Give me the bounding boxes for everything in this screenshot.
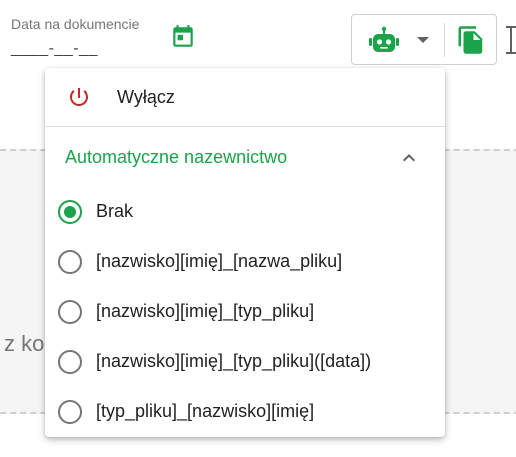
resize-handle-icon <box>506 26 516 54</box>
caret-down-icon <box>417 37 429 43</box>
file-copy-icon <box>458 26 483 54</box>
menu-divider <box>45 126 445 127</box>
naming-section-title: Automatyczne nazewnictwo <box>65 147 288 167</box>
drop-zone-text: z ko <box>4 331 45 356</box>
radio-unselected[interactable] <box>58 350 82 374</box>
naming-section-header[interactable]: Automatyczne nazewnictwo <box>45 132 445 184</box>
radio-unselected[interactable] <box>58 400 82 424</box>
option-label: Brak <box>96 201 134 221</box>
naming-option-typ-pliku-first[interactable]: [typ_pliku]_[nazwisko][imię] <box>45 387 445 437</box>
naming-menu: Wyłącz Automatyczne nazewnictwo Brak [na… <box>45 68 445 437</box>
toolbar <box>351 14 497 65</box>
menu-item-off-label: Wyłącz <box>117 87 175 107</box>
option-label: [nazwisko][imię]_[typ_pliku]([data]) <box>96 351 372 371</box>
power-icon <box>70 88 88 106</box>
naming-option-nazwa-pliku[interactable]: [nazwisko][imię]_[nazwa_pliku] <box>45 237 445 287</box>
robot-button[interactable] <box>364 23 404 57</box>
date-input[interactable]: ____-__-__ <box>11 40 98 58</box>
calendar-icon <box>173 25 193 47</box>
copy-file-button[interactable] <box>452 21 490 59</box>
toolbar-divider <box>444 23 445 57</box>
robot-icon <box>369 26 399 52</box>
option-label: [nazwisko][imię]_[typ_pliku] <box>96 301 315 321</box>
resize-handle[interactable] <box>506 24 516 56</box>
date-field-label: Data na dokumencie <box>11 16 140 32</box>
document-date-field[interactable]: Data na dokumencie ____-__-__ <box>11 14 161 64</box>
naming-option-typ-pliku-data[interactable]: [nazwisko][imię]_[typ_pliku]([data]) <box>45 337 445 387</box>
radio-unselected[interactable] <box>58 300 82 324</box>
radio-unselected[interactable] <box>58 250 82 274</box>
option-label: [typ_pliku]_[nazwisko][imię] <box>96 401 315 421</box>
radio-selected[interactable] <box>58 200 82 224</box>
chevron-up-icon[interactable] <box>397 146 421 170</box>
naming-option-typ-pliku[interactable]: [nazwisko][imię]_[typ_pliku] <box>45 287 445 337</box>
menu-item-off[interactable]: Wyłącz <box>45 72 445 122</box>
robot-menu-caret-button[interactable] <box>410 23 436 57</box>
naming-option-brak[interactable]: Brak <box>45 187 445 237</box>
option-label: [nazwisko][imię]_[nazwa_pliku] <box>96 251 343 271</box>
calendar-button[interactable] <box>166 20 200 54</box>
